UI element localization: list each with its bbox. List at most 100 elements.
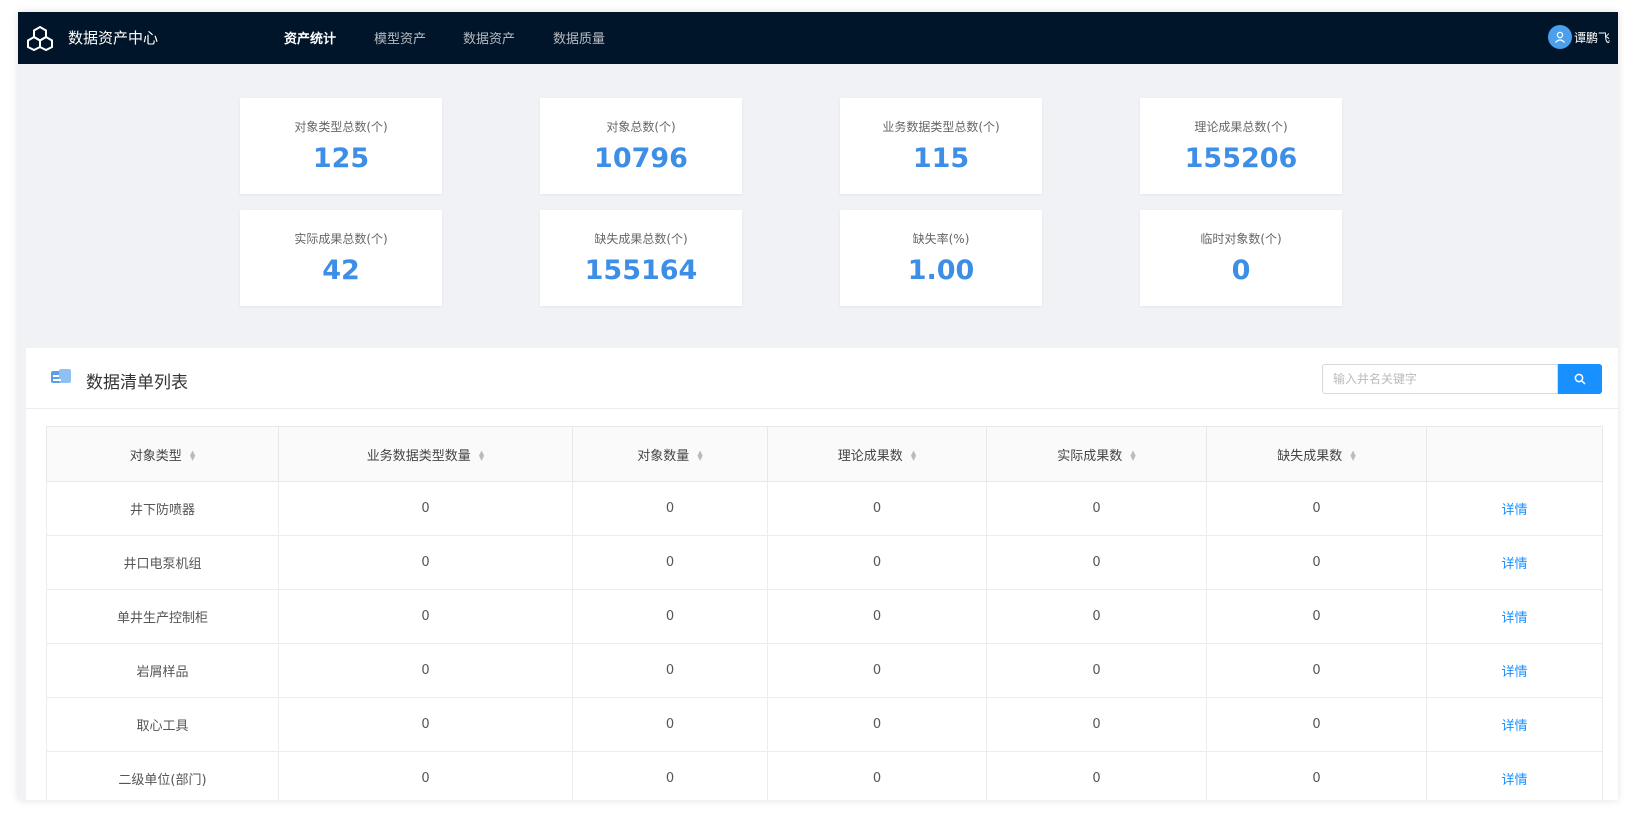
detail-link[interactable]: 详情 xyxy=(1501,719,1527,734)
cell-object-count: 0 xyxy=(572,535,768,590)
cell-actual-results: 0 xyxy=(986,751,1207,800)
cell-business-type-count: 0 xyxy=(278,697,573,752)
column-header-business-type-count[interactable]: 业务数据类型数量 ▲ ▼ xyxy=(278,426,573,482)
stat-label: 对象总数(个) xyxy=(606,120,676,134)
search-button[interactable] xyxy=(1558,364,1602,394)
sort-icon[interactable]: ▲ ▼ xyxy=(697,450,702,462)
stat-value: 0 xyxy=(1231,255,1251,286)
cell-missing-results: 0 xyxy=(1206,697,1427,752)
cell-actual-results: 0 xyxy=(986,481,1207,536)
nav-model-assets[interactable]: 模型资产 xyxy=(374,28,426,47)
stat-card-business-data-types: 业务数据类型总数(个) 115 xyxy=(840,98,1042,194)
table-row: 取心工具 0 0 0 0 0 详情 xyxy=(46,697,1603,752)
detail-link[interactable]: 详情 xyxy=(1501,773,1527,788)
cell-object-count: 0 xyxy=(572,589,768,644)
stat-value: 125 xyxy=(312,143,370,174)
table-row: 单井生产控制柜 0 0 0 0 0 详情 xyxy=(46,589,1603,644)
cell-missing-results: 0 xyxy=(1206,535,1427,590)
cell-object-type: 二级单位(部门) xyxy=(46,751,279,800)
cell-object-count: 0 xyxy=(572,643,768,698)
user-name: 谭鹏飞 xyxy=(1574,30,1611,45)
stat-label: 临时对象数(个) xyxy=(1200,232,1282,246)
nav-data-assets[interactable]: 数据资产 xyxy=(463,28,515,47)
app-title: 数据资产中心 xyxy=(68,29,159,47)
column-header-label: 缺失成果数 xyxy=(1277,448,1343,464)
cell-object-type: 岩屑样品 xyxy=(46,643,279,698)
cell-business-type-count: 0 xyxy=(278,643,573,698)
search-input[interactable] xyxy=(1322,364,1558,394)
top-nav-bar: 数据资产中心 资产统计 模型资产 数据资产 数据质量 谭鹏飞 xyxy=(18,12,1618,64)
sort-icon[interactable]: ▲ ▼ xyxy=(1130,450,1135,462)
column-header-label: 理论成果数 xyxy=(837,448,903,464)
column-header-label: 对象类型 xyxy=(129,448,182,464)
app-window: 数据资产中心 资产统计 模型资产 数据资产 数据质量 谭鹏飞 对象类型总数(个)… xyxy=(18,12,1618,800)
stat-value: 155206 xyxy=(1184,143,1298,174)
cell-business-type-count: 0 xyxy=(278,751,573,800)
stat-value: 155164 xyxy=(584,255,698,286)
nav-asset-statistics[interactable]: 资产统计 xyxy=(284,28,336,47)
data-list-panel: 数据清单列表 对象类型 ▲▼ 业务数据类型数量 ▲▼ 对象数量 ▲▼ 理论成果数 ▲▼ xyxy=(26,348,1618,800)
stat-card-objects: 对象总数(个) 10796 xyxy=(540,98,742,194)
table-row: 井口电泵机组 0 0 0 0 0 详情 xyxy=(46,535,1603,590)
stat-label: 缺失成果总数(个) xyxy=(594,232,688,246)
sort-icon[interactable]: ▲ ▼ xyxy=(1350,450,1355,462)
cell-actual-results: 0 xyxy=(986,643,1207,698)
cell-actions: 详情 xyxy=(1426,481,1603,536)
cell-business-type-count: 0 xyxy=(278,481,573,536)
data-table: 对象类型 ▲ ▼ 业务数据类型数量 ▲ ▼ 对象数量 ▲ ▼ 理论成果数 ▲ ▼ 实际成果数 ▲ ▼… xyxy=(46,426,1603,800)
cell-actions: 详情 xyxy=(1426,535,1603,590)
stat-label: 实际成果总数(个) xyxy=(294,232,388,246)
data-list-icon xyxy=(51,369,71,383)
sort-icon[interactable]: ▲ ▼ xyxy=(190,450,195,462)
sort-icon[interactable]: ▲ ▼ xyxy=(911,450,916,462)
sort-icon[interactable]: ▲ ▼ xyxy=(479,450,484,462)
search-icon xyxy=(1574,373,1586,385)
cell-actions: 详情 xyxy=(1426,751,1603,800)
cell-object-count: 0 xyxy=(572,751,768,800)
cell-object-type: 取心工具 xyxy=(46,697,279,752)
stat-card-missing-rate: 缺失率(%) 1.00 xyxy=(840,210,1042,306)
column-header-object-type[interactable]: 对象类型 ▲ ▼ xyxy=(46,426,279,482)
nav-data-quality[interactable]: 数据质量 xyxy=(553,28,605,47)
cell-theoretical-results: 0 xyxy=(767,751,987,800)
detail-link[interactable]: 详情 xyxy=(1501,503,1527,518)
cell-actual-results: 0 xyxy=(986,589,1207,644)
table-row: 井下防喷器 0 0 0 0 0 详情 xyxy=(46,481,1603,536)
stat-card-actual-results: 实际成果总数(个) 42 xyxy=(240,210,442,306)
detail-link[interactable]: 详情 xyxy=(1501,611,1527,626)
column-header-object-count[interactable]: 对象数量 ▲ ▼ xyxy=(572,426,768,482)
detail-link[interactable]: 详情 xyxy=(1501,665,1527,680)
table-header-row: 对象类型 ▲ ▼ 业务数据类型数量 ▲ ▼ 对象数量 ▲ ▼ 理论成果数 ▲ ▼ 实际成果数 ▲ ▼… xyxy=(46,426,1603,482)
cell-object-count: 0 xyxy=(572,481,768,536)
column-header-missing-results[interactable]: 缺失成果数 ▲ ▼ xyxy=(1206,426,1427,482)
cell-business-type-count: 0 xyxy=(278,589,573,644)
cell-theoretical-results: 0 xyxy=(767,589,987,644)
stat-card-object-types: 对象类型总数(个) 125 xyxy=(240,98,442,194)
column-header-actual-results[interactable]: 实际成果数 ▲ ▼ xyxy=(986,426,1207,482)
stat-card-theoretical-results: 理论成果总数(个) 155206 xyxy=(1140,98,1342,194)
cell-theoretical-results: 0 xyxy=(767,535,987,590)
cell-business-type-count: 0 xyxy=(278,535,573,590)
column-header-label: 对象数量 xyxy=(637,448,690,464)
cell-missing-results: 0 xyxy=(1206,643,1427,698)
stat-value: 1.00 xyxy=(907,255,975,286)
column-header-label: 实际成果数 xyxy=(1057,448,1123,464)
stat-card-temporary-objects: 临时对象数(个) 0 xyxy=(1140,210,1342,306)
cubes-logo-icon xyxy=(27,25,53,52)
stat-value: 42 xyxy=(322,255,360,286)
cell-object-type: 单井生产控制柜 xyxy=(46,589,279,644)
cell-actual-results: 0 xyxy=(986,535,1207,590)
cell-object-type: 井下防喷器 xyxy=(46,481,279,536)
table-row: 二级单位(部门) 0 0 0 0 0 详情 xyxy=(46,751,1603,800)
cell-actions: 详情 xyxy=(1426,697,1603,752)
user-avatar-icon[interactable] xyxy=(1548,25,1572,49)
detail-link[interactable]: 详情 xyxy=(1501,557,1527,572)
cell-theoretical-results: 0 xyxy=(767,643,987,698)
stat-value: 10796 xyxy=(594,143,688,174)
stat-label: 业务数据类型总数(个) xyxy=(882,120,1000,134)
column-header-actions xyxy=(1426,426,1603,482)
column-header-theoretical-results[interactable]: 理论成果数 ▲ ▼ xyxy=(767,426,987,482)
user-menu[interactable]: 谭鹏飞 xyxy=(1548,25,1614,49)
cell-actual-results: 0 xyxy=(986,697,1207,752)
cell-missing-results: 0 xyxy=(1206,481,1427,536)
